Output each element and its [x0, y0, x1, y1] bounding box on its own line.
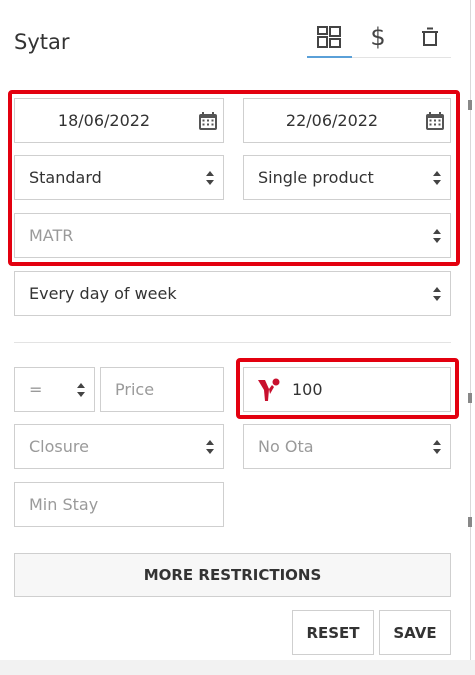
operator-select[interactable]: =: [14, 367, 95, 412]
price-placeholder: Price: [115, 380, 155, 399]
panel-edge-mark: [468, 517, 472, 527]
days-of-week-select[interactable]: Every day of week: [14, 271, 451, 316]
closure-select[interactable]: Closure: [14, 424, 224, 469]
min-stay-placeholder: Min Stay: [29, 495, 99, 514]
panel-title: Sytar: [14, 30, 70, 54]
dollar-icon: $: [370, 23, 386, 51]
bottom-area: [0, 660, 475, 675]
more-restrictions-button[interactable]: MORE RESTRICTIONS: [14, 553, 451, 597]
closure-placeholder: Closure: [29, 437, 89, 456]
reset-button[interactable]: RESET: [292, 610, 374, 655]
select-arrows-icon: [68, 382, 94, 397]
price-input[interactable]: Price: [100, 367, 224, 412]
select-arrows-icon: [424, 286, 450, 301]
panel-edge-mark: [468, 100, 472, 110]
min-stay-input[interactable]: Min Stay: [14, 482, 224, 527]
operator-value: =: [29, 380, 43, 399]
active-tab-indicator: [307, 56, 352, 58]
section-divider: [14, 342, 451, 343]
grid-view-icon: [317, 26, 341, 48]
save-button[interactable]: SAVE: [379, 610, 451, 655]
delete-tab[interactable]: [412, 20, 448, 54]
select-arrows-icon: [197, 439, 223, 454]
price-tab[interactable]: $: [360, 20, 396, 54]
highlight-box: [236, 358, 459, 419]
select-arrows-icon: [424, 439, 450, 454]
grid-view-tab[interactable]: [311, 20, 347, 54]
ota-select[interactable]: No Ota: [243, 424, 451, 469]
panel-edge-mark: [468, 393, 472, 403]
trash-icon: [422, 27, 438, 46]
days-of-week-value: Every day of week: [29, 284, 177, 303]
highlight-box: [8, 90, 460, 266]
ota-placeholder: No Ota: [258, 437, 314, 456]
